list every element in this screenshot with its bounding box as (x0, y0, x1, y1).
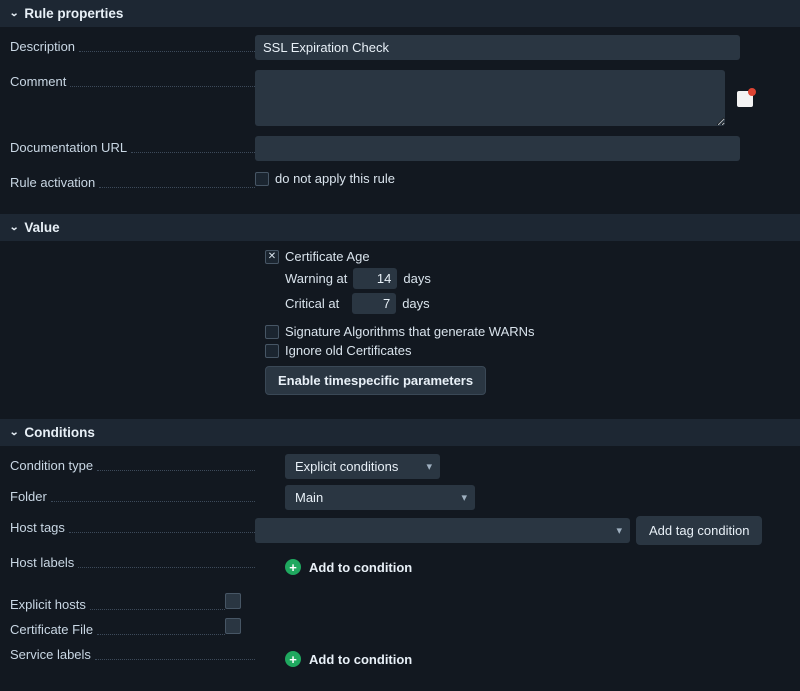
certificate-age-label: Certificate Age (285, 249, 370, 264)
host-tags-select[interactable] (255, 518, 630, 543)
folder-label: Folder (10, 489, 47, 504)
section-header-rule-properties[interactable]: ⌄ Rule properties (0, 0, 800, 27)
host-tags-label: Host tags (10, 520, 65, 535)
section-title: Conditions (24, 425, 95, 440)
comment-textarea[interactable] (255, 70, 725, 126)
ignore-old-checkbox[interactable] (265, 344, 279, 358)
add-to-condition-service-labels[interactable]: + Add to condition (285, 651, 412, 667)
rule-activation-text: do not apply this rule (275, 171, 395, 186)
condition-type-label: Condition type (10, 458, 93, 473)
service-labels-label: Service labels (10, 647, 91, 662)
sig-algo-checkbox[interactable] (265, 325, 279, 339)
days-unit: days (402, 296, 429, 311)
section-header-conditions[interactable]: ⌄ Conditions (0, 419, 800, 446)
critical-at-input[interactable] (352, 293, 396, 314)
section-title: Rule properties (24, 6, 123, 21)
ignore-old-label: Ignore old Certificates (285, 343, 411, 358)
certificate-file-checkbox[interactable] (225, 618, 241, 634)
description-label: Description (10, 39, 75, 54)
warning-at-label: Warning at (285, 271, 347, 286)
chevron-down-icon: ⌄ (9, 222, 19, 233)
chevron-down-icon: ⌄ (9, 427, 19, 438)
comment-label: Comment (10, 74, 66, 89)
section-body-conditions: Condition type Explicit conditions Folde… (0, 446, 800, 691)
description-input[interactable] (255, 35, 740, 60)
days-unit: days (403, 271, 430, 286)
warning-at-input[interactable] (353, 268, 397, 289)
doc-url-label: Documentation URL (10, 140, 127, 155)
plus-icon: + (285, 651, 301, 667)
section-body-rule-properties: Description Comment Documentation URL Ru… (0, 27, 800, 214)
plus-icon: + (285, 559, 301, 575)
add-tag-condition-button[interactable]: Add tag condition (636, 516, 762, 545)
section-header-value[interactable]: ⌄ Value (0, 214, 800, 241)
condition-type-select[interactable]: Explicit conditions (285, 454, 440, 479)
explicit-hosts-label: Explicit hosts (10, 597, 86, 612)
rule-activation-checkbox[interactable] (255, 172, 269, 186)
rule-activation-label: Rule activation (10, 175, 95, 190)
section-body-value: Certificate Age Warning at days Critical… (0, 241, 800, 409)
section-title: Value (24, 220, 59, 235)
add-to-condition-host-labels[interactable]: + Add to condition (285, 559, 412, 575)
timestamp-icon[interactable] (737, 91, 753, 107)
enable-timespecific-button[interactable]: Enable timespecific parameters (265, 366, 486, 395)
folder-select[interactable]: Main (285, 485, 475, 510)
host-labels-label: Host labels (10, 555, 74, 570)
critical-at-label: Critical at (285, 296, 339, 311)
sig-algo-label: Signature Algorithms that generate WARNs (285, 324, 535, 339)
doc-url-input[interactable] (255, 136, 740, 161)
certificate-age-checkbox[interactable] (265, 250, 279, 264)
explicit-hosts-checkbox[interactable] (225, 593, 241, 609)
chevron-down-icon: ⌄ (9, 8, 19, 19)
